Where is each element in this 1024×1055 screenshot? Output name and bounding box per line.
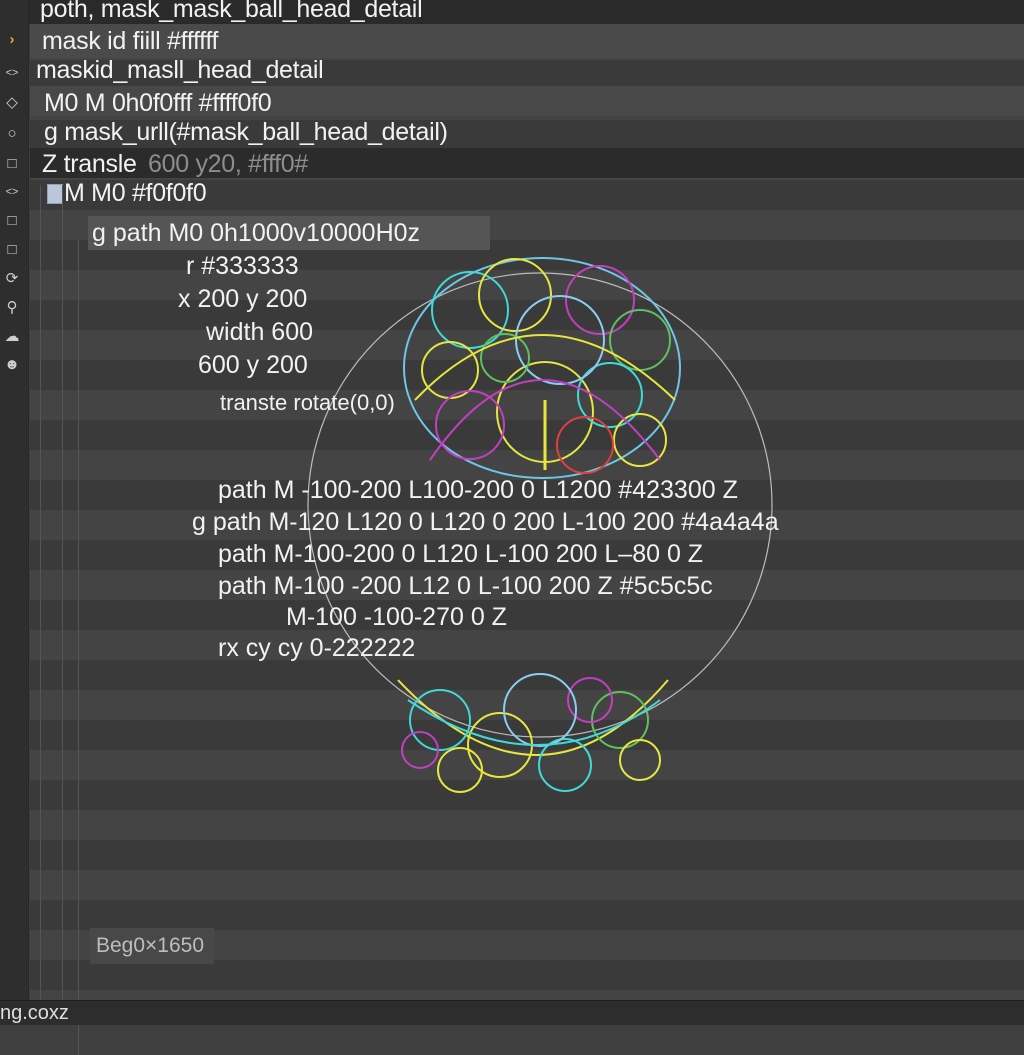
code-line: x 200 y 200 bbox=[178, 285, 308, 313]
code-line: g path M0 0h1000v10000H0z bbox=[92, 219, 421, 247]
ball-outline bbox=[307, 272, 773, 738]
code-line: g path M-120 L120 0 L120 0 200 L-100 200… bbox=[192, 508, 779, 536]
code-line: r #333333 bbox=[186, 252, 299, 280]
code-line: path M-100 -200 L12 0 L-100 200 Z #5c5c5… bbox=[218, 572, 713, 600]
code-line: transte rotate(0,0) bbox=[220, 390, 395, 415]
code-line: M-100 -100-270 0 Z bbox=[286, 603, 507, 631]
ball-bottom-hemisphere bbox=[397, 673, 669, 793]
status-bar-text: ng.coxz bbox=[0, 1002, 69, 1024]
code-line: path M-100-200 0 L120 L-100 200 L–80 0 Z bbox=[218, 540, 704, 568]
coordinate-readout: Beg0×1650 bbox=[90, 928, 214, 964]
ball-top-hemisphere bbox=[403, 257, 681, 479]
code-line: 600 y 200 bbox=[198, 351, 308, 379]
code-line: width 600 bbox=[206, 318, 314, 346]
code-line: rx cy cy 0-222222 bbox=[218, 634, 416, 662]
status-bar: ng.coxz bbox=[0, 1000, 1024, 1025]
code-line: path M -100-200 L100-200 0 L1200 #423300… bbox=[218, 476, 738, 504]
